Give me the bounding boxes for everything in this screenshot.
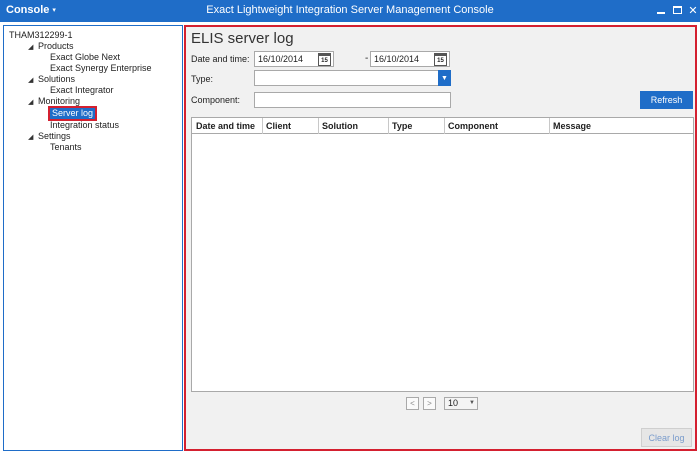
date-from-picker[interactable]: 16/10/2014 15 <box>254 51 334 67</box>
page-size-select[interactable]: 10 ▼ <box>444 397 478 410</box>
minimize-icon <box>657 12 665 14</box>
date-time-label: Date and time: <box>191 54 250 64</box>
calendar-icon[interactable]: 15 <box>318 53 331 66</box>
type-label: Type: <box>191 74 214 84</box>
column-header-client[interactable]: Client <box>266 121 291 131</box>
column-header-message[interactable]: Message <box>553 121 591 131</box>
maximize-icon <box>672 6 682 14</box>
window-title: Exact Lightweight Integration Server Man… <box>206 4 494 16</box>
tree-item-tenants[interactable]: Tenants <box>50 142 82 153</box>
date-range-separator: - <box>365 53 369 64</box>
refresh-button[interactable]: Refresh <box>640 91 693 109</box>
close-button[interactable]: ✕ <box>686 2 700 18</box>
chevron-down-icon[interactable]: ▼ <box>438 70 451 86</box>
grid-header: Date and time Client Solution Type Compo… <box>192 118 693 134</box>
clear-log-button[interactable]: Clear log <box>641 428 692 447</box>
type-select[interactable]: ▼ <box>254 70 451 86</box>
tree-item-exact-synergy[interactable]: Exact Synergy Enterprise <box>50 63 152 74</box>
date-to-picker[interactable]: 16/10/2014 15 <box>370 51 450 67</box>
page-title: ELIS server log <box>191 30 294 47</box>
column-header-component[interactable]: Component <box>448 121 498 131</box>
expand-icon[interactable]: ◢ <box>28 42 38 53</box>
tree-item-exact-globe-next[interactable]: Exact Globe Next <box>50 52 120 63</box>
column-separator[interactable] <box>549 118 550 134</box>
expand-icon[interactable]: ◢ <box>28 97 38 108</box>
navigation-tree: THAM312299-1 ◢ Products Exact Globe Next … <box>3 25 183 451</box>
maximize-button[interactable] <box>670 2 684 18</box>
expand-icon[interactable]: ◢ <box>28 75 38 86</box>
close-icon: ✕ <box>688 4 698 17</box>
column-header-solution[interactable]: Solution <box>322 121 358 131</box>
column-separator[interactable] <box>318 118 319 134</box>
chevron-down-icon: ▼ <box>469 400 475 406</box>
column-header-date-time[interactable]: Date and time <box>196 121 255 131</box>
tree-item-exact-integrator[interactable]: Exact Integrator <box>50 85 114 96</box>
next-page-button[interactable]: > <box>423 397 436 410</box>
column-separator[interactable] <box>444 118 445 134</box>
calendar-icon[interactable]: 15 <box>434 53 447 66</box>
expand-icon[interactable]: ◢ <box>28 132 38 143</box>
tree-item-monitoring[interactable]: ◢ Monitoring <box>28 96 80 108</box>
column-separator[interactable] <box>388 118 389 134</box>
page-size-value: 10 <box>448 398 459 408</box>
date-from-value: 16/10/2014 <box>258 54 304 64</box>
minimize-button[interactable] <box>654 2 668 18</box>
column-header-type[interactable]: Type <box>392 121 412 131</box>
tree-item-root[interactable]: THAM312299-1 <box>9 30 73 41</box>
log-grid[interactable]: Date and time Client Solution Type Compo… <box>191 117 694 392</box>
column-separator[interactable] <box>262 118 263 134</box>
server-log-panel: ELIS server log Date and time: 16/10/201… <box>184 25 697 451</box>
previous-page-button[interactable]: < <box>406 397 419 410</box>
date-to-value: 16/10/2014 <box>374 54 420 64</box>
component-input[interactable] <box>254 92 451 108</box>
component-label: Component: <box>191 95 241 105</box>
tree-item-integration-status[interactable]: Integration status <box>50 120 119 131</box>
title-bar: Console ▾ Exact Lightweight Integration … <box>0 0 700 22</box>
